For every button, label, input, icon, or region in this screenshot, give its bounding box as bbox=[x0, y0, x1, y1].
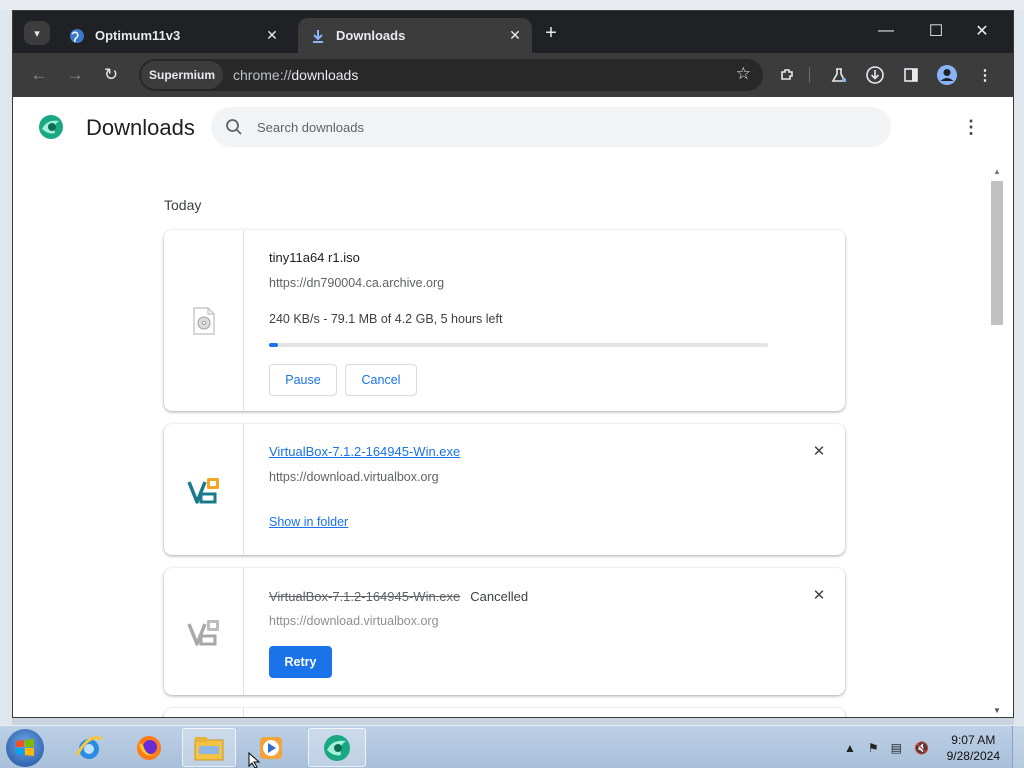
desktop-strip-right bbox=[1014, 10, 1024, 725]
virtualbox-icon bbox=[186, 477, 219, 504]
volume-muted-icon[interactable]: 🔇 bbox=[914, 741, 929, 755]
file-icon-column bbox=[164, 424, 244, 555]
file-icon-column bbox=[164, 708, 244, 717]
file-icon-column bbox=[164, 230, 244, 411]
tab-title: Downloads bbox=[336, 28, 406, 43]
menu-kebab-icon[interactable]: ⋮ bbox=[971, 61, 999, 89]
file-explorer-icon[interactable] bbox=[182, 728, 236, 767]
tab-search-button[interactable]: ▾ bbox=[24, 21, 50, 45]
cancel-button[interactable]: Cancel bbox=[345, 364, 417, 396]
clock[interactable]: 9:07 AM 9/28/2024 bbox=[947, 732, 1000, 764]
file-name-row: VirtualBox-7.1.2-164945-Win.exe Cancelled bbox=[269, 588, 528, 606]
virtualbox-icon bbox=[186, 619, 219, 646]
back-button[interactable]: ← bbox=[25, 61, 53, 89]
system-tray: ▲ ⚑ ▤ 🔇 9:07 AM 9/28/2024 bbox=[824, 726, 1024, 768]
mouse-cursor-icon bbox=[248, 752, 261, 768]
supermium-taskbar-icon[interactable] bbox=[308, 728, 366, 767]
action-center-flag-icon[interactable]: ⚑ bbox=[868, 741, 879, 755]
clock-date: 9/28/2024 bbox=[946, 749, 1000, 763]
desktop-strip-top bbox=[0, 0, 1024, 10]
remove-from-list-icon[interactable]: ✕ bbox=[811, 587, 827, 604]
browser-toolbar: ← → ↻ Supermium chrome://downloads ☆ ⋮ bbox=[13, 53, 1013, 97]
chevron-down-icon: ▾ bbox=[34, 27, 40, 40]
firefox-icon[interactable] bbox=[122, 728, 176, 767]
star-icon[interactable]: ☆ bbox=[736, 64, 751, 84]
disc-file-icon bbox=[192, 306, 215, 335]
url-text: chrome://downloads bbox=[233, 67, 359, 83]
page-title: Downloads bbox=[86, 115, 195, 140]
extensions-icon[interactable] bbox=[773, 61, 801, 89]
file-name: VirtualBox-7.1.2-164945-Win.exe bbox=[269, 589, 461, 604]
tab-optimum[interactable]: Optimum11v3 ✕ bbox=[57, 18, 289, 53]
scroll-thumb[interactable] bbox=[991, 181, 1003, 325]
side-panel-icon[interactable] bbox=[897, 61, 925, 89]
scroll-down-arrow-icon[interactable]: ▼ bbox=[993, 706, 1001, 715]
clock-time: 9:07 AM bbox=[951, 733, 996, 747]
cancelled-status: Cancelled bbox=[470, 589, 529, 604]
pause-button[interactable]: Pause bbox=[269, 364, 337, 396]
download-progress-fill bbox=[269, 343, 279, 347]
labs-flask-icon[interactable] bbox=[825, 61, 853, 89]
search-icon bbox=[226, 119, 242, 135]
tab-title: Optimum11v3 bbox=[95, 28, 181, 43]
date-section-label: Today bbox=[164, 197, 202, 213]
download-item-cancelled: VirtualBox-7.1.2-164945-Win.exe Cancelled… bbox=[164, 568, 845, 695]
supermium-logo-icon bbox=[39, 115, 63, 139]
download-item-iso: tiny11a64 r1.iso https://dn790004.ca.arc… bbox=[164, 230, 845, 411]
search-input[interactable] bbox=[257, 119, 817, 135]
page-scrollbar[interactable]: ▲ ▼ bbox=[991, 167, 1003, 717]
internet-explorer-icon[interactable] bbox=[62, 728, 116, 767]
windows-taskbar: ▲ ⚑ ▤ 🔇 9:07 AM 9/28/2024 bbox=[0, 725, 1024, 768]
toolbar-separator bbox=[809, 67, 810, 83]
download-icon bbox=[310, 28, 326, 44]
downloads-toolbar-icon[interactable] bbox=[861, 61, 889, 89]
start-button[interactable] bbox=[6, 729, 44, 767]
page-header: Downloads ⋮ bbox=[13, 97, 1013, 157]
profile-chip[interactable]: Supermium bbox=[141, 61, 224, 89]
remove-from-list-icon[interactable]: ✕ bbox=[811, 443, 827, 460]
search-box[interactable] bbox=[211, 107, 891, 147]
more-actions-icon[interactable]: ⋮ bbox=[962, 117, 980, 137]
scroll-up-arrow-icon[interactable]: ▲ bbox=[993, 167, 1001, 176]
download-item-virtualbox: VirtualBox-7.1.2-164945-Win.exe https://… bbox=[164, 424, 845, 555]
tray-icons: ▲ ⚑ ▤ 🔇 bbox=[844, 739, 932, 757]
minimize-button[interactable]: — bbox=[863, 17, 909, 45]
download-status: 240 KB/s - 79.1 MB of 4.2 GB, 5 hours le… bbox=[269, 312, 503, 326]
close-icon[interactable]: ✕ bbox=[261, 25, 283, 47]
file-source-url[interactable]: https://download.virtualbox.org bbox=[269, 470, 439, 484]
tab-downloads[interactable]: Downloads ✕ bbox=[298, 18, 532, 53]
maximize-button[interactable]: ☐ bbox=[913, 17, 959, 45]
new-tab-button[interactable]: + bbox=[539, 21, 563, 45]
network-icon[interactable]: ▤ bbox=[891, 741, 902, 755]
file-name-link[interactable]: VirtualBox-7.1.2-164945-Win.exe bbox=[269, 444, 460, 459]
browser-window: ▾ Optimum11v3 ✕ Downloads ✕ + — ☐ ✕ ← → … bbox=[12, 10, 1014, 718]
file-source-url[interactable]: https://download.virtualbox.org bbox=[269, 614, 439, 628]
download-progress-bar bbox=[269, 343, 768, 347]
globe-icon bbox=[69, 28, 85, 44]
tab-strip: ▾ Optimum11v3 ✕ Downloads ✕ + — ☐ ✕ bbox=[13, 11, 1013, 53]
address-bar[interactable]: Supermium chrome://downloads ☆ bbox=[139, 59, 763, 91]
retry-button[interactable]: Retry bbox=[269, 646, 332, 678]
show-in-folder-link[interactable]: Show in folder bbox=[269, 515, 348, 529]
windows-logo-icon bbox=[16, 739, 34, 756]
close-window-button[interactable]: ✕ bbox=[959, 17, 1005, 45]
file-name: tiny11a64 r1.iso bbox=[269, 250, 360, 265]
reload-button[interactable]: ↻ bbox=[97, 61, 125, 89]
file-icon-column bbox=[164, 568, 244, 695]
desktop-strip-left bbox=[0, 10, 12, 725]
download-actions: Pause Cancel bbox=[269, 364, 417, 396]
downloads-page: Downloads ⋮ ▲ ▼ Today bbox=[13, 97, 1013, 717]
profile-avatar-icon[interactable] bbox=[933, 61, 961, 89]
file-source-url[interactable]: https://dn790004.ca.archive.org bbox=[269, 276, 444, 290]
show-desktop-button[interactable] bbox=[1012, 726, 1024, 768]
forward-button[interactable]: → bbox=[61, 61, 89, 89]
show-hidden-icons-chevron-icon[interactable]: ▲ bbox=[844, 741, 856, 755]
download-item-partial bbox=[164, 708, 845, 717]
close-icon[interactable]: ✕ bbox=[504, 25, 526, 47]
